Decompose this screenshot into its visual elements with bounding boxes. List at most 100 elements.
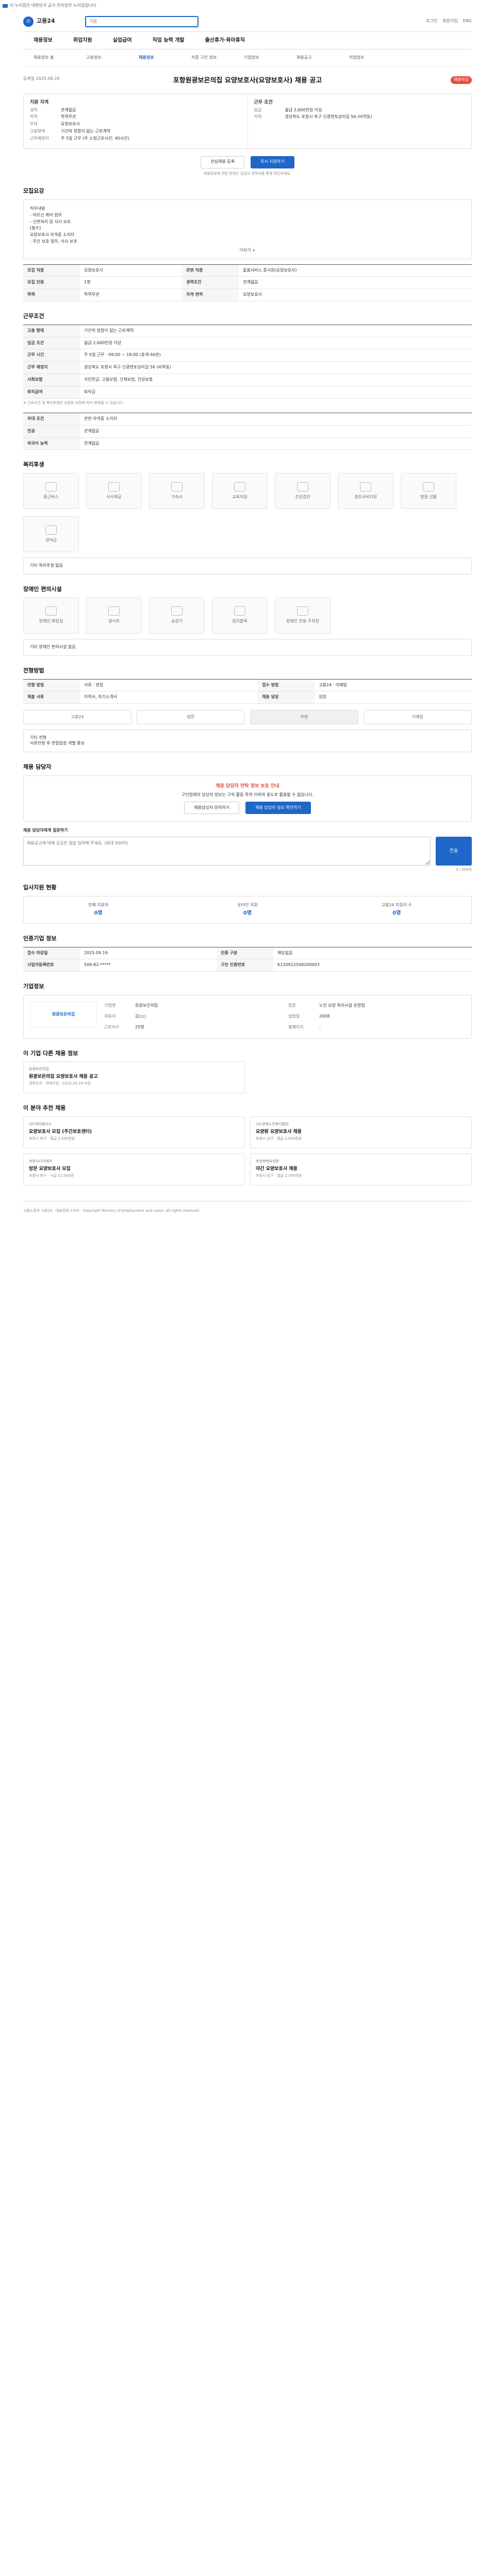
subnav-item[interactable]: 직종 구인 정보 xyxy=(191,55,238,61)
section-title: 모집요강 xyxy=(23,188,44,195)
send-button[interactable]: 전송 xyxy=(436,837,472,866)
table-value: 퇴직금 xyxy=(80,386,472,399)
table-value: 원장 xyxy=(315,691,472,704)
table-key: 채용 담당 xyxy=(258,691,315,704)
stat-label: 전체 지원자 xyxy=(88,902,109,907)
lang-link[interactable]: ENG xyxy=(463,19,472,24)
apply-button[interactable]: 즉시 지원하기 xyxy=(251,156,294,168)
table-value: 주 5일 근무 · 09:00 ~ 18:00 (휴게 60분) xyxy=(80,349,472,362)
kv-key: 업종 xyxy=(288,1003,296,1008)
nav-item[interactable]: 실업급여 xyxy=(113,37,132,44)
company-card: 원광보은의집 기업명 원광보은의집 업종 노인 요양 복지시설 운영업 대표자 김○○… xyxy=(23,995,472,1039)
table-value: 경상북도 포항시 북구 신광면토성리길 56 (비학동) xyxy=(80,361,472,374)
kv-key: 대표자 xyxy=(104,1013,116,1019)
welfare-item: 식사제공 xyxy=(86,473,142,510)
company-info: 기업명 원광보은의집 업종 노인 요양 복지시설 운영업 대표자 김○○ 설립일 200… xyxy=(104,1002,465,1031)
table-value: 해당없음 xyxy=(273,947,472,960)
kv-value: 주 5일 근무 (주 소정근로시간: 40시간) xyxy=(61,135,129,141)
health-icon xyxy=(297,482,308,492)
recruit-table: 모집 직종 요양보호사 관련 직종 돌봄서비스 종사원(요양보호사) 모집 인원 1명 경… xyxy=(23,264,472,301)
more-button[interactable]: 더보기 ∨ xyxy=(30,248,465,253)
table-row: 접수 마감일 2025.09.19 인증 구분 해당없음 xyxy=(23,947,472,960)
subnav-item-active[interactable]: 채용정보 xyxy=(139,55,185,61)
detail-line: - 어르신 케어 업무 xyxy=(30,212,62,217)
site-logo[interactable]: ◎ 고용24 xyxy=(23,16,85,27)
stats-box: 전체 지원자 0명 온라인 지원 0명 고용24 지원자 수 0명 xyxy=(23,895,472,924)
nav-item[interactable]: 채용정보 xyxy=(34,37,53,44)
contact-hint: 채용정보에 관한 문의는 담당자 연락처를 통해 확인하세요. xyxy=(203,171,292,176)
kv-key: 학력 xyxy=(30,114,38,120)
table-key: 외국어 능력 xyxy=(23,437,80,450)
job-card[interactable]: (사)경북노인복지협회 요양원 요양보호사 채용 포항시 남구 · 월급 2,6… xyxy=(250,1116,472,1149)
login-link[interactable]: 로그인 xyxy=(426,19,437,24)
meal-icon xyxy=(108,482,120,492)
inquiry-textarea[interactable] xyxy=(23,837,431,866)
section-title: 기업정보 xyxy=(23,983,44,990)
stat-item: 온라인 지원 0명 xyxy=(173,896,322,923)
table-row: 모집 직종 요양보호사 관련 직종 돌봄서비스 종사원(요양보호사) xyxy=(23,264,472,277)
welfare-label: 건강검진 xyxy=(295,494,310,499)
subnav-item[interactable]: 고용정보 xyxy=(86,55,133,61)
detail-line: [필수] xyxy=(30,226,41,231)
kv-value: 25명 xyxy=(135,1024,144,1029)
disability-label: 장애인 화장실 xyxy=(39,619,63,624)
recruit-info-section: 인증기업 정보 접수 마감일 2025.09.19 인증 구분 해당없음 사업자등록번… xyxy=(23,935,472,972)
action-buttons: 관심채용 등록 즉시 지원하기 xyxy=(23,156,472,168)
job-header: 등록일 2025.08.20 포항원광보은의집 요양보호사(요양보호사) 채용 … xyxy=(23,67,472,90)
summary-work-title: 근무 조건 xyxy=(254,99,273,105)
stat-value: 0명 xyxy=(392,910,401,917)
related-section: 이 기업 다른 채용 정보 원광보은의집 원광보은의집 요양보호사 채용 공고 … xyxy=(23,1050,472,1094)
process-section: 전형방법 전형 방법 서류 · 면접 접수 방법 고용24 · 이메일 제출 서류 이력… xyxy=(23,667,472,752)
subnav-item[interactable]: 직업정보 xyxy=(349,55,395,61)
table-row: 전공 관계없음 xyxy=(23,425,472,438)
table-key: 임금 조건 xyxy=(23,337,80,350)
nav-item[interactable]: 직업 능력 개발 xyxy=(152,37,184,44)
subnav-item[interactable]: 채용공고 xyxy=(296,55,343,61)
job-card[interactable]: 포항시니어케어 방문 요양보호사 모집 포항시 북구 · 시급 11,000원 xyxy=(23,1154,245,1186)
registered-date: 등록일 2025.08.20 xyxy=(23,76,60,81)
search-input[interactable] xyxy=(85,15,199,27)
status-badge: 채용마감 xyxy=(450,76,472,84)
house-icon xyxy=(171,482,183,492)
nav-item[interactable]: 취업지원 xyxy=(73,37,92,44)
signup-link[interactable]: 회원가입 xyxy=(442,19,457,24)
kv-value: - xyxy=(319,1024,321,1029)
table-row: 퇴직급여 퇴직금 xyxy=(23,386,472,399)
summary-recruit: 지원 자격 경력 관계없음 학력 학력무관 우대 요양보호사 고용형태 기간의 정함이 … xyxy=(24,94,248,148)
apply-method-visit[interactable]: 방문 xyxy=(137,710,245,725)
warning-desc: 구인업체의 담당자 정보는 구직 활동 목적 이외의 용도로 활용할 수 없습니… xyxy=(181,792,314,797)
job-card[interactable]: (주)케어플러스 요양보호사 모집 (주간보호센터) 포항시 북구 · 월급 2… xyxy=(23,1116,245,1149)
apply-method-mail[interactable]: 우편 xyxy=(250,710,358,725)
table-row: 사회보험 국민연금, 고용보험, 산재보험, 건강보험 xyxy=(23,374,472,386)
header: ◎ 고용24 로그인 회원가입 ENG xyxy=(23,11,472,32)
nav-item[interactable]: 출산휴가·육아휴직 xyxy=(205,37,245,44)
subnav-item[interactable]: 채용정보 홈 xyxy=(34,55,80,61)
braille-icon xyxy=(234,606,245,616)
contact-info-button[interactable]: 채용 담당자 정보 확인하기 xyxy=(245,802,311,815)
table-value: 기간의 정함이 없는 근로계약 xyxy=(80,325,472,337)
table-row: 우대 조건 관련 자격증 소지자 xyxy=(23,413,472,426)
section-title: 인증기업 정보 xyxy=(23,935,57,942)
inquiry-button[interactable]: 채용담당자 문의하기 xyxy=(184,802,240,815)
section-title: 입사지원 현황 xyxy=(23,884,57,891)
apply-method-online[interactable]: 고용24 xyxy=(23,710,131,725)
card-company: 포항행복요양원 xyxy=(256,1159,279,1164)
detail-section: 모집요강 직무내용 - 어르신 케어 업무 - 신변처리 및 식사 보조 [필수… xyxy=(23,188,472,301)
disability-item: 경사로 xyxy=(86,597,142,634)
card-title: 요양원 요양보호사 채용 xyxy=(256,1129,302,1134)
table-value: 요양보호사 xyxy=(239,289,472,301)
card-title: 방문 요양보호사 모집 xyxy=(29,1166,71,1172)
apply-note: 기타 전형 서류전형 후 면접일정 개별 통보 xyxy=(23,730,472,752)
apply-method-email[interactable]: 이메일 xyxy=(364,710,472,725)
job-card[interactable]: 원광보은의집 원광보은의집 요양보호사 채용 공고 경력무관 · 학력무관 · … xyxy=(23,1061,245,1094)
card-company: (사)경북노인복지협회 xyxy=(256,1122,289,1127)
scrap-button[interactable]: 관심채용 등록 xyxy=(201,156,244,168)
footer: 고용노동부 고용24 · 대표전화 1350 · Copyright Minis… xyxy=(23,1201,472,1221)
welfare-label: 식사제공 xyxy=(106,494,122,499)
table-value: 관련 자격증 소지자 xyxy=(80,413,472,426)
job-card[interactable]: 포항행복요양원 야간 요양보호사 채용 포항시 남구 · 월급 2,700천원 xyxy=(250,1154,472,1186)
recommend-section: 이 분야 추천 채용 (주)케어플러스 요양보호사 모집 (주간보호센터) 포항… xyxy=(23,1105,472,1186)
disability-label: 점자블록 xyxy=(232,619,248,624)
table-key: 사회보험 xyxy=(23,374,80,386)
subnav-item[interactable]: 기업정보 xyxy=(244,55,290,61)
